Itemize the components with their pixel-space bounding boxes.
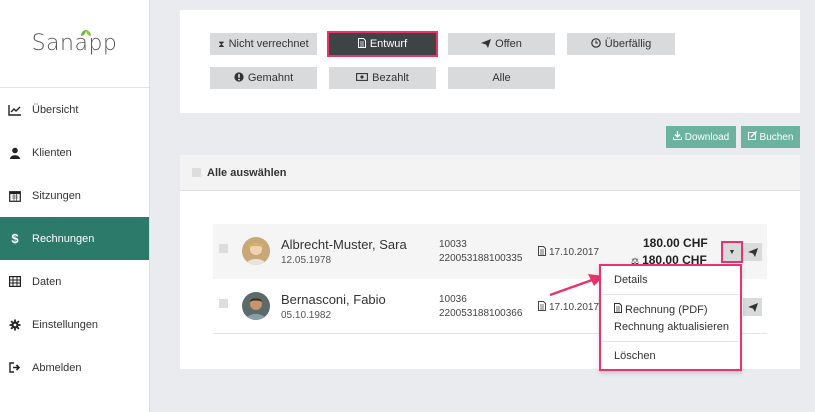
list-header: Alle auswählen — [180, 155, 800, 191]
filter-label: Überfällig — [604, 38, 652, 50]
invoice-date: 17.10.2017 — [538, 246, 599, 259]
dropdown-item-label: Rechnung aktualisieren — [614, 321, 729, 333]
invoice-reference: 220053188100366 — [439, 308, 523, 319]
dropdown-item-rechnung-pdf[interactable]: Rechnung (PDF) — [614, 303, 708, 316]
send-icon — [481, 38, 492, 50]
annotation-arrow — [549, 274, 604, 297]
gear-icon — [8, 318, 22, 332]
file-text-icon — [614, 303, 622, 316]
filter-label: Entwurf — [369, 38, 408, 50]
caret-down-icon: ▼ — [728, 248, 736, 256]
dropdown-item-loeschen[interactable]: Löschen — [614, 350, 656, 362]
buchen-label: Buchen — [759, 131, 794, 143]
money-icon — [356, 73, 369, 83]
filter-label: Alle — [492, 72, 511, 84]
dropdown-item-label: Details — [614, 274, 648, 286]
client-dob: 12.05.1978 — [281, 255, 332, 266]
send-icon — [747, 247, 758, 257]
leaf-icon — [81, 30, 91, 36]
dropdown-item-label: Rechnung (PDF) — [625, 303, 708, 316]
sidebar-item-klienten[interactable]: Klienten — [0, 131, 149, 174]
sidebar-item-sitzungen[interactable]: Sitzungen — [0, 174, 149, 217]
dropdown-item-rechnung-aktualisieren[interactable]: Rechnung aktualisieren — [614, 321, 729, 333]
sidebar-item-uebersicht[interactable]: Übersicht — [0, 88, 149, 131]
send-icon — [747, 302, 758, 312]
filter-bezahlt-button[interactable]: Bezahlt — [329, 67, 436, 89]
filter-entwurf-button[interactable]: Entwurf — [327, 31, 438, 57]
invoice-amount: 180.00 CHF — [643, 236, 708, 250]
filter-nicht-verrechnet-button[interactable]: ⧗ Nicht verrechnet — [210, 33, 317, 55]
invoice-number: 10036 — [439, 294, 467, 305]
sidebar-item-label: Einstellungen — [32, 318, 99, 331]
sidebar-item-label: Abmelden — [32, 361, 82, 374]
dropdown-item-details[interactable]: Details — [614, 274, 648, 286]
user-icon — [8, 146, 22, 160]
sidebar-item-label: Übersicht — [32, 103, 79, 116]
sidebar-item-label: Daten — [32, 275, 62, 288]
sidebar-item-einstellungen[interactable]: Einstellungen — [0, 303, 149, 346]
hourglass-icon: ⧗ — [218, 38, 225, 49]
send-button[interactable] — [743, 298, 762, 316]
calendar-icon — [8, 189, 22, 203]
select-all-checkbox[interactable] — [192, 168, 201, 177]
filter-label: Bezahlt — [372, 72, 409, 84]
sidebar-item-daten[interactable]: Daten — [0, 260, 149, 303]
avatar — [242, 237, 270, 265]
sign-out-icon — [8, 361, 22, 375]
download-icon — [672, 131, 682, 143]
filter-ueberfaellig-button[interactable]: Überfällig — [567, 33, 675, 55]
sidebar: Sanapp Übersicht Klienten Sitzungen $ Re… — [0, 0, 150, 412]
filter-label: Gemahnt — [247, 72, 294, 84]
client-name: Albrecht-Muster, Sara — [281, 237, 407, 252]
edit-icon — [747, 131, 757, 143]
filter-panel: ⧗ Nicht verrechnet Entwurf Offen Überfäl… — [180, 10, 800, 113]
table-icon — [8, 275, 22, 289]
filter-gemahnt-button[interactable]: Gemahnt — [210, 67, 317, 89]
buchen-button[interactable]: Buchen — [741, 126, 800, 148]
logo-text: Sanapp — [31, 31, 118, 56]
sidebar-item-abmelden[interactable]: Abmelden — [0, 346, 149, 389]
avatar — [242, 292, 270, 320]
invoice-date-text: 17.10.2017 — [549, 247, 600, 258]
filter-label: Offen — [495, 38, 522, 50]
exclamation-circle-icon — [234, 72, 244, 84]
select-all-label: Alle auswählen — [207, 166, 287, 179]
client-name: Bernasconi, Fabio — [281, 292, 386, 307]
line-chart-icon — [8, 103, 22, 117]
sidebar-item-label: Sitzungen — [32, 189, 81, 202]
dropdown-item-label: Löschen — [614, 350, 656, 362]
file-text-icon — [357, 38, 366, 50]
sidebar-item-label: Klienten — [32, 146, 72, 159]
file-text-icon — [538, 246, 546, 259]
divider — [602, 294, 739, 295]
download-label: Download — [684, 131, 730, 143]
row-checkbox[interactable] — [219, 244, 228, 253]
row-dropdown-toggle-button[interactable]: ▼ — [721, 241, 743, 263]
sidebar-item-rechnungen[interactable]: $ Rechnungen — [0, 217, 149, 260]
logo: Sanapp — [0, 0, 149, 88]
dollar-icon: $ — [11, 231, 19, 246]
invoice-date-text: 17.10.2017 — [549, 302, 600, 313]
send-button[interactable] — [743, 243, 762, 261]
file-text-icon — [538, 301, 546, 314]
filter-offen-button[interactable]: Offen — [448, 33, 555, 55]
filter-label: Nicht verrechnet — [228, 38, 309, 50]
download-button[interactable]: Download — [666, 126, 736, 148]
invoice-reference: 220053188100335 — [439, 253, 523, 264]
clock-icon — [590, 38, 601, 50]
filter-alle-button[interactable]: Alle — [448, 67, 555, 89]
sidebar-item-label: Rechnungen — [32, 232, 95, 245]
client-dob: 05.10.1982 — [281, 310, 332, 321]
invoice-number: 10033 — [439, 239, 467, 250]
row-checkbox[interactable] — [219, 299, 228, 308]
row-actions-dropdown: Details Rechnung (PDF) Rechnung aktualis… — [599, 264, 742, 371]
divider — [602, 341, 739, 342]
invoice-date: 17.10.2017 — [538, 301, 599, 314]
